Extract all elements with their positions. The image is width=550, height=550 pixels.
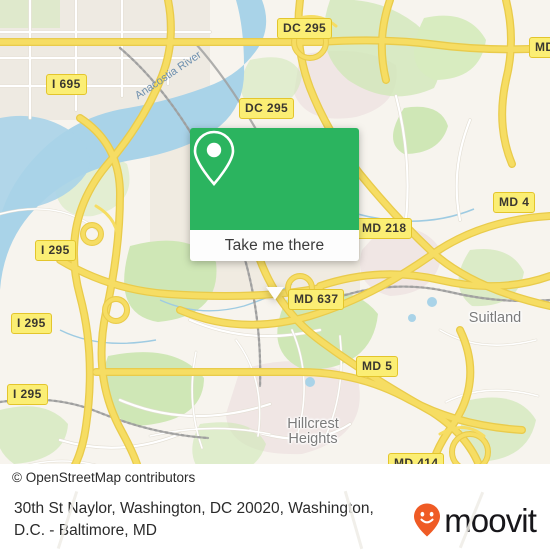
map-shield-dc-295-south: DC 295 — [239, 98, 295, 119]
map-shield-dc-295-north: DC 295 — [277, 18, 333, 39]
map-shield-i-295-middle: I 295 — [11, 313, 52, 334]
map-shield-i-695: I 695 — [46, 74, 87, 95]
card-pointer-tail — [265, 287, 284, 300]
osm-attribution-text: © OpenStreetMap contributors — [12, 469, 196, 485]
map-shield-md-637: MD 637 — [288, 289, 345, 310]
moovit-wordmark: moovit — [444, 501, 537, 539]
map-canvas[interactable]: .park{fill:#cfe7b6} .park2{fill:#d8ecc0}… — [0, 0, 550, 490]
map-place-label-hillcrest-heights: Hillcrest Heights — [287, 416, 339, 447]
map-shield-i-295-south: I 295 — [7, 384, 48, 405]
map-shield-md-5: MD 5 — [356, 356, 399, 377]
moovit-map-screenshot: .park{fill:#cfe7b6} .park2{fill:#d8ecc0}… — [0, 0, 550, 550]
map-shield-md-218: MD 218 — [356, 218, 413, 239]
card-icon-area — [190, 128, 359, 230]
map-attribution-bar: © OpenStreetMap contributors — [0, 464, 550, 490]
map-place-label-suitland: Suitland — [468, 310, 522, 326]
map-shield-md-clipped: MD — [529, 37, 550, 58]
footer-bar: 30th St Naylor, Washington, DC 20020, Wa… — [0, 490, 550, 550]
take-me-there-label: Take me there — [224, 236, 325, 254]
map-shield-i-295-north: I 295 — [35, 240, 76, 261]
map-pin-icon — [193, 130, 235, 186]
moovit-smiley-pin-icon — [414, 503, 441, 537]
map-shield-md-4: MD 4 — [493, 192, 536, 213]
card-action-area[interactable]: Take me there — [190, 230, 359, 261]
location-callout-card[interactable]: Take me there — [190, 128, 359, 300]
